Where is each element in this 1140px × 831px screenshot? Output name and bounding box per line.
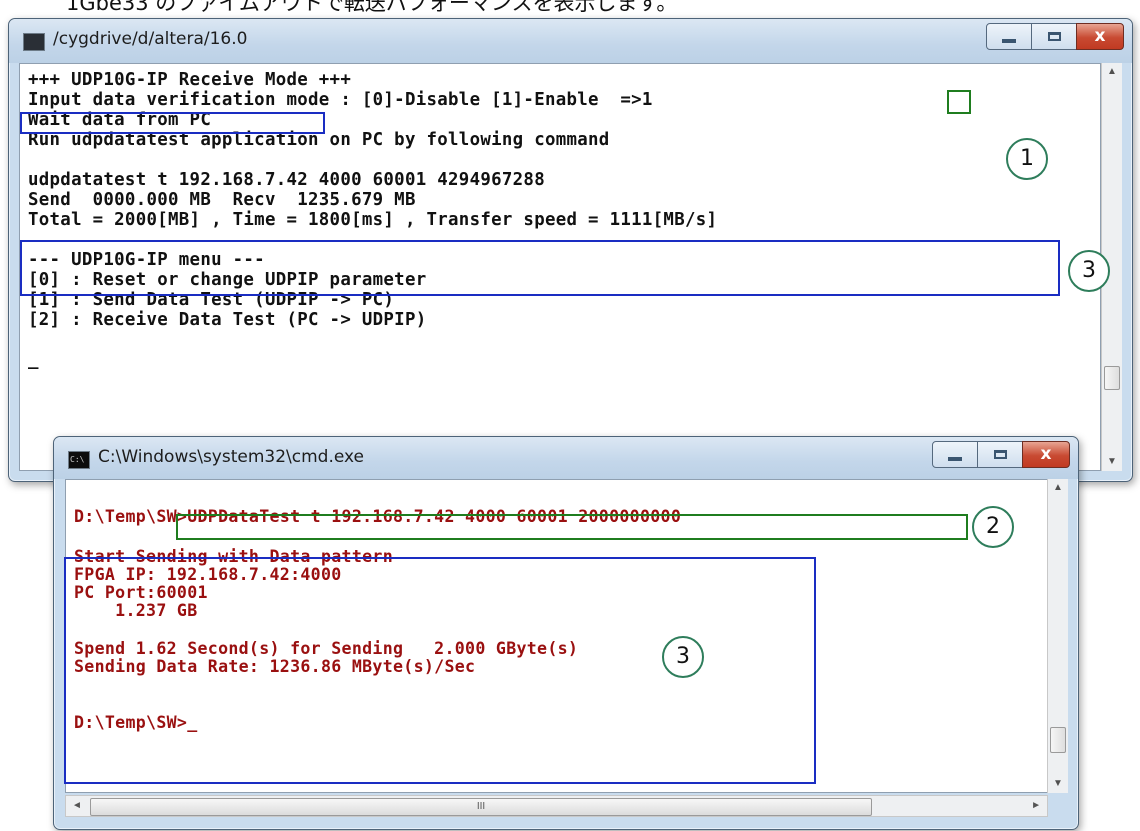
- horizontal-scrollbar[interactable]: ◄ III ►: [65, 795, 1048, 817]
- scroll-up-icon[interactable]: ▲: [1102, 63, 1122, 81]
- window-titlebar[interactable]: /cygdrive/d/altera/16.0 x: [9, 19, 1132, 63]
- scroll-down-icon[interactable]: ▼: [1102, 453, 1122, 471]
- scroll-thumb[interactable]: [1104, 366, 1120, 390]
- window-title: C:\Windows\system32\cmd.exe: [98, 447, 365, 467]
- terminal-line: Input data verification mode : [0]-Disab…: [28, 90, 653, 110]
- close-icon: x: [1094, 26, 1106, 46]
- vertical-scrollbar[interactable]: ▲ ▼: [1047, 479, 1068, 793]
- terminal-icon: [23, 33, 45, 51]
- highlight-box-verification-input: [947, 90, 971, 114]
- scroll-thumb[interactable]: [1050, 727, 1066, 753]
- window-controls: x: [932, 441, 1070, 468]
- maximize-icon: [1047, 32, 1061, 41]
- close-button[interactable]: x: [1022, 441, 1070, 468]
- highlight-box-send-result: [64, 557, 816, 784]
- marker-2: 2: [972, 506, 1014, 548]
- close-button[interactable]: x: [1076, 23, 1124, 50]
- highlight-box-wait-data: [20, 112, 325, 134]
- highlight-box-transfer-result: [20, 240, 1060, 296]
- highlight-box-command: [176, 514, 968, 540]
- terminal-line: [2] : Receive Data Test (PC -> UDPIP): [28, 310, 427, 330]
- minimize-button[interactable]: [986, 23, 1032, 50]
- terminal-cursor: _: [28, 350, 39, 370]
- marker-3-bottom: 3: [662, 636, 704, 678]
- maximize-button[interactable]: [1031, 23, 1077, 50]
- window-titlebar[interactable]: C:\ C:\Windows\system32\cmd.exe x: [54, 437, 1078, 479]
- scroll-up-icon[interactable]: ▲: [1048, 479, 1068, 497]
- maximize-icon: [993, 450, 1007, 459]
- minimize-icon: [948, 457, 962, 461]
- terminal-line: +++ UDP10G-IP Receive Mode +++: [28, 70, 352, 90]
- terminal-line: Total = 2000[MB] , Time = 1800[ms] , Tra…: [28, 210, 718, 230]
- page-caption: 1Gbe33 のファイムアウトで転送パフォーマンスを表示します。: [66, 0, 678, 15]
- maximize-button[interactable]: [977, 441, 1023, 468]
- window-title: /cygdrive/d/altera/16.0: [53, 29, 248, 49]
- minimize-icon: [1002, 39, 1016, 43]
- scroll-down-icon[interactable]: ▼: [1048, 775, 1068, 793]
- close-icon: x: [1040, 444, 1052, 464]
- grip-icon: III: [476, 801, 486, 812]
- scroll-right-icon[interactable]: ►: [1031, 796, 1041, 816]
- marker-3-top: 3: [1068, 250, 1110, 292]
- scroll-left-icon[interactable]: ◄: [72, 796, 82, 816]
- window-controls: x: [986, 23, 1124, 50]
- horizontal-scroll-thumb[interactable]: III: [90, 798, 872, 816]
- minimize-button[interactable]: [932, 441, 978, 468]
- marker-1: 1: [1006, 138, 1048, 180]
- cmd-icon: C:\: [68, 451, 90, 469]
- terminal-line: udpdatatest t 192.168.7.42 4000 60001 42…: [28, 170, 545, 190]
- terminal-line: Send 0000.000 MB Recv 1235.679 MB: [28, 190, 416, 210]
